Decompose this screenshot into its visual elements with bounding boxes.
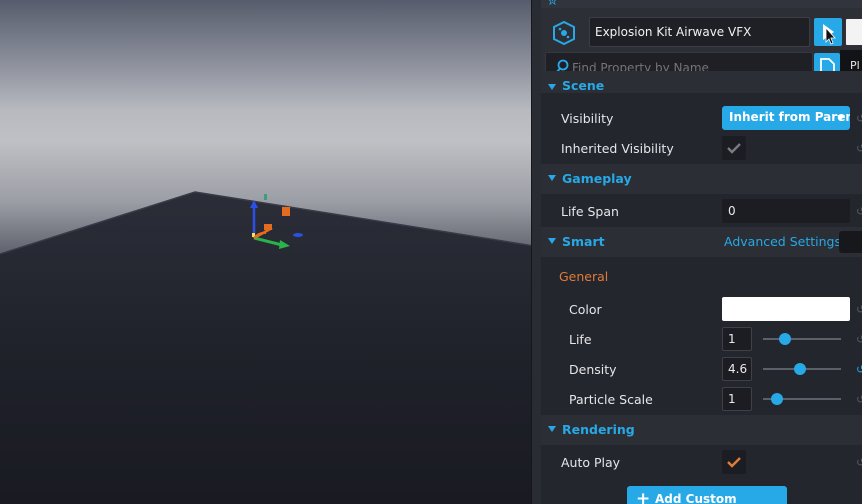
property-label: Inherited Visibility <box>561 141 674 156</box>
dropdown-value: Inherit from Parent <box>729 110 850 124</box>
life-span-input[interactable]: 0 <box>722 199 850 223</box>
density-slider[interactable] <box>763 363 841 375</box>
checkmark-icon <box>727 143 741 154</box>
checkmark-icon <box>727 457 741 468</box>
scene-viewport[interactable] <box>0 0 534 504</box>
slider-knob[interactable] <box>778 333 791 345</box>
group-label: General <box>559 269 609 284</box>
property-inherited-visibility: Inherited Visibility ↺ <box>541 133 862 163</box>
group-general: General <box>541 261 862 291</box>
section-rendering[interactable]: Rendering <box>541 415 862 445</box>
section-title: Scene <box>562 78 605 93</box>
property-label: Life <box>569 332 592 347</box>
expand-caret-icon <box>548 175 556 181</box>
slider-knob[interactable] <box>793 363 806 375</box>
visibility-dropdown[interactable]: Inherit from Parent <box>722 106 850 130</box>
property-label: Color <box>569 302 602 317</box>
property-density: Density 4.6 ↺ <box>541 354 862 384</box>
panel-tab-strip: ✮ <box>541 0 862 9</box>
expand-caret-icon <box>548 84 556 90</box>
reset-icon[interactable]: ↺ <box>856 205 862 218</box>
add-custom-property-button[interactable]: + Add Custom Property <box>627 486 787 504</box>
reset-icon[interactable]: ↺ <box>856 112 862 125</box>
chevron-down-icon <box>837 115 845 120</box>
editor-window: ✮ Explosion Kit Airwave VFX Find Propert… <box>0 0 862 504</box>
inherited-visibility-checkbox[interactable] <box>722 136 746 160</box>
secondary-toolbar-button[interactable] <box>845 18 862 46</box>
expand-caret-icon <box>548 238 556 244</box>
section-title: Gameplay <box>562 171 632 186</box>
property-visibility: Visibility Inherit from Parent ↺ <box>541 103 862 133</box>
reset-icon[interactable]: ↺ <box>856 456 862 469</box>
particle-scale-slider[interactable] <box>763 393 841 405</box>
property-particle-scale: Particle Scale 1 ↺ <box>541 384 862 414</box>
properties-panel: ✮ Explosion Kit Airwave VFX Find Propert… <box>541 0 862 504</box>
color-swatch[interactable] <box>722 297 850 321</box>
play-icon <box>823 24 836 45</box>
particle-scale-input[interactable]: 1 <box>722 387 752 411</box>
life-slider[interactable] <box>763 333 841 345</box>
reset-icon[interactable]: ↺ <box>856 333 862 346</box>
property-label: Auto Play <box>561 455 621 470</box>
property-life-span: Life Span 0 ↺ <box>541 196 862 226</box>
property-label: Density <box>569 362 617 377</box>
button-label: Add Custom Property <box>655 492 737 504</box>
advanced-settings-link[interactable]: Advanced Settings <box>724 234 841 249</box>
transform-gizmo-icon[interactable] <box>238 188 318 258</box>
property-color: Color ↺ <box>541 294 862 324</box>
section-title: Rendering <box>562 422 635 437</box>
auto-play-checkbox[interactable] <box>722 450 746 474</box>
life-input[interactable]: 1 <box>722 327 752 351</box>
play-preview-button[interactable] <box>814 18 842 46</box>
plus-icon: + <box>636 489 651 504</box>
reset-icon[interactable]: ↺ <box>856 363 862 376</box>
property-label: Particle Scale <box>569 392 653 407</box>
property-label: Visibility <box>561 111 614 126</box>
reset-icon[interactable]: ↺ <box>856 393 862 406</box>
section-smart[interactable]: Smart Advanced Settings <box>541 227 862 257</box>
property-auto-play: Auto Play ↺ <box>541 447 862 477</box>
section-gameplay[interactable]: Gameplay <box>541 164 862 194</box>
slider-knob[interactable] <box>771 393 784 405</box>
advanced-settings-toggle[interactable] <box>839 231 862 253</box>
density-input[interactable]: 4.6 <box>722 357 752 381</box>
expand-caret-icon <box>548 426 556 432</box>
section-title: Smart <box>562 234 605 249</box>
property-life: Life 1 ↺ <box>541 324 862 354</box>
reset-icon[interactable]: ↺ <box>856 303 862 316</box>
reset-icon[interactable]: ↺ <box>856 142 862 155</box>
property-label: Life Span <box>561 204 619 219</box>
section-scene[interactable]: Scene <box>541 71 862 93</box>
object-name-field[interactable]: Explosion Kit Airwave VFX <box>589 17 810 47</box>
panel-splitter[interactable] <box>531 0 541 504</box>
vfx-object-icon <box>553 20 575 46</box>
